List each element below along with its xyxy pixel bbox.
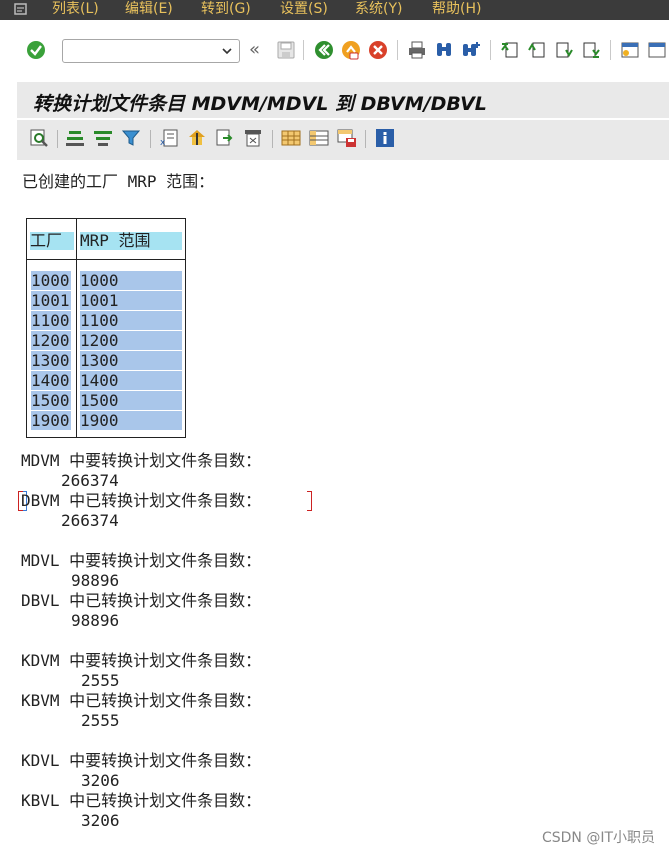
- standard-toolbar: «: [0, 20, 669, 82]
- new-session-icon[interactable]: [620, 40, 640, 60]
- previous-page-icon[interactable]: [527, 40, 547, 60]
- count-label: DBVM 中已转换计划文件条目数：: [21, 491, 262, 510]
- table-cell-mrp-area: 1001: [80, 291, 182, 310]
- count-value: 2555: [81, 711, 120, 730]
- table-cell-plant: 1300: [31, 351, 71, 370]
- sort-descending-icon[interactable]: [93, 128, 113, 148]
- detail-magnify-icon[interactable]: [29, 128, 49, 148]
- menu-item-system[interactable]: 系统(Y): [355, 0, 402, 20]
- count-label: KBVL 中已转换计划文件条目数：: [21, 791, 262, 810]
- count-label: MDVL 中要转换计划文件条目数：: [21, 551, 262, 570]
- count-value: 266374: [61, 471, 119, 490]
- exit-icon[interactable]: [341, 40, 361, 60]
- toolbar-separator: [490, 40, 491, 60]
- toolbar-separator: [150, 130, 151, 148]
- choose-columns-icon[interactable]: [309, 128, 329, 148]
- count-value: 98896: [71, 571, 120, 590]
- change-layout-icon[interactable]: [187, 128, 207, 148]
- shortcut-icon[interactable]: [647, 40, 667, 60]
- table-cell-mrp-area: 1300: [80, 351, 182, 370]
- table-cell-mrp-area: 1000: [80, 271, 182, 290]
- table-header-divider: [27, 259, 185, 260]
- info-icon[interactable]: [375, 128, 395, 148]
- list-output: 已创建的工厂 MRP 范围： 工厂 MRP 范围 1000 1000 1001 100…: [0, 160, 669, 855]
- table-cell-plant: 1900: [31, 411, 71, 430]
- count-value: 266374: [61, 511, 119, 530]
- count-label: KDVL 中要转换计划文件条目数：: [21, 751, 262, 770]
- table-cell-plant: 1200: [31, 331, 71, 350]
- count-label: KDVM 中要转换计划文件条目数：: [21, 651, 262, 670]
- table-cell-mrp-area: 1400: [80, 371, 182, 390]
- command-input[interactable]: [66, 42, 220, 62]
- chevron-down-icon[interactable]: [221, 44, 233, 58]
- svg-text:x: x: [160, 138, 166, 148]
- save-icon[interactable]: [276, 40, 296, 60]
- table-column-divider: [76, 219, 77, 437]
- find-next-icon[interactable]: [461, 40, 481, 60]
- application-toolbar: x: [17, 120, 669, 160]
- count-label: KBVM 中已转换计划文件条目数：: [21, 691, 262, 710]
- watermark: CSDN @IT小职员: [541, 830, 655, 846]
- cancel-icon[interactable]: [368, 40, 388, 60]
- table-cell-plant: 1000: [31, 271, 71, 290]
- print-icon[interactable]: [407, 40, 427, 60]
- menu-item-goto[interactable]: 转到(G): [201, 0, 251, 20]
- count-label: DBVL 中已转换计划文件条目数：: [21, 591, 262, 610]
- first-page-icon[interactable]: [500, 40, 520, 60]
- count-value: 3206: [81, 811, 120, 830]
- title-bar: 转换计划文件条目 MDVM/MDVL 到 DBVM/DBVL: [17, 82, 669, 118]
- last-page-icon[interactable]: [581, 40, 601, 60]
- table-header-mrp-area: MRP 范围: [80, 232, 182, 250]
- toolbar-separator: [365, 130, 366, 148]
- table-cell-plant: 1400: [31, 371, 71, 390]
- table-cell-plant: 1001: [31, 291, 71, 310]
- sort-ascending-icon[interactable]: [65, 128, 85, 148]
- count-value: 3206: [81, 771, 120, 790]
- sap-logo-icon: [14, 3, 27, 15]
- grid-layout-icon[interactable]: [281, 128, 301, 148]
- command-field[interactable]: [62, 39, 240, 63]
- find-icon[interactable]: [434, 40, 454, 60]
- menu-item-list[interactable]: 列表(L): [52, 0, 99, 20]
- table-cell-plant: 1500: [31, 391, 71, 410]
- toolbar-separator: [57, 130, 58, 148]
- nav-back-icon[interactable]: «: [249, 39, 260, 60]
- next-page-icon[interactable]: [554, 40, 574, 60]
- toolbar-separator: [397, 40, 398, 60]
- count-label: MDVM 中要转换计划文件条目数：: [21, 451, 262, 470]
- table-header-plant: 工厂: [30, 232, 74, 250]
- table-cell-mrp-area: 1900: [80, 411, 182, 430]
- toolbar-separator: [272, 130, 273, 148]
- filter-icon[interactable]: [121, 128, 141, 148]
- menu-item-settings[interactable]: 设置(S): [280, 0, 328, 20]
- export-file-icon[interactable]: [215, 128, 235, 148]
- back-icon[interactable]: [314, 40, 334, 60]
- table-cell-mrp-area: 1200: [80, 331, 182, 350]
- local-file-icon[interactable]: [243, 128, 263, 148]
- enter-check-icon[interactable]: [26, 40, 46, 60]
- count-value: 98896: [71, 611, 120, 630]
- page-title: 转换计划文件条目 MDVM/MDVL 到 DBVM/DBVL: [33, 93, 487, 115]
- selection-bracket-right: [307, 491, 312, 511]
- table-cell-mrp-area: 1100: [80, 311, 182, 330]
- menu-bar: 列表(L) 编辑(E) 转到(G) 设置(S) 系统(Y) 帮助(H): [0, 0, 669, 20]
- menu-item-help[interactable]: 帮助(H): [432, 0, 481, 20]
- menu-item-edit[interactable]: 编辑(E): [125, 0, 173, 20]
- toolbar-separator: [303, 40, 304, 60]
- save-layout-icon[interactable]: [337, 128, 357, 148]
- table-cell-mrp-area: 1500: [80, 391, 182, 410]
- table-cell-plant: 1100: [31, 311, 71, 330]
- count-value: 2555: [81, 671, 120, 690]
- toolbar-separator: [610, 40, 611, 60]
- export-spreadsheet-icon[interactable]: x: [159, 128, 179, 148]
- list-heading: 已创建的工厂 MRP 范围：: [22, 172, 215, 191]
